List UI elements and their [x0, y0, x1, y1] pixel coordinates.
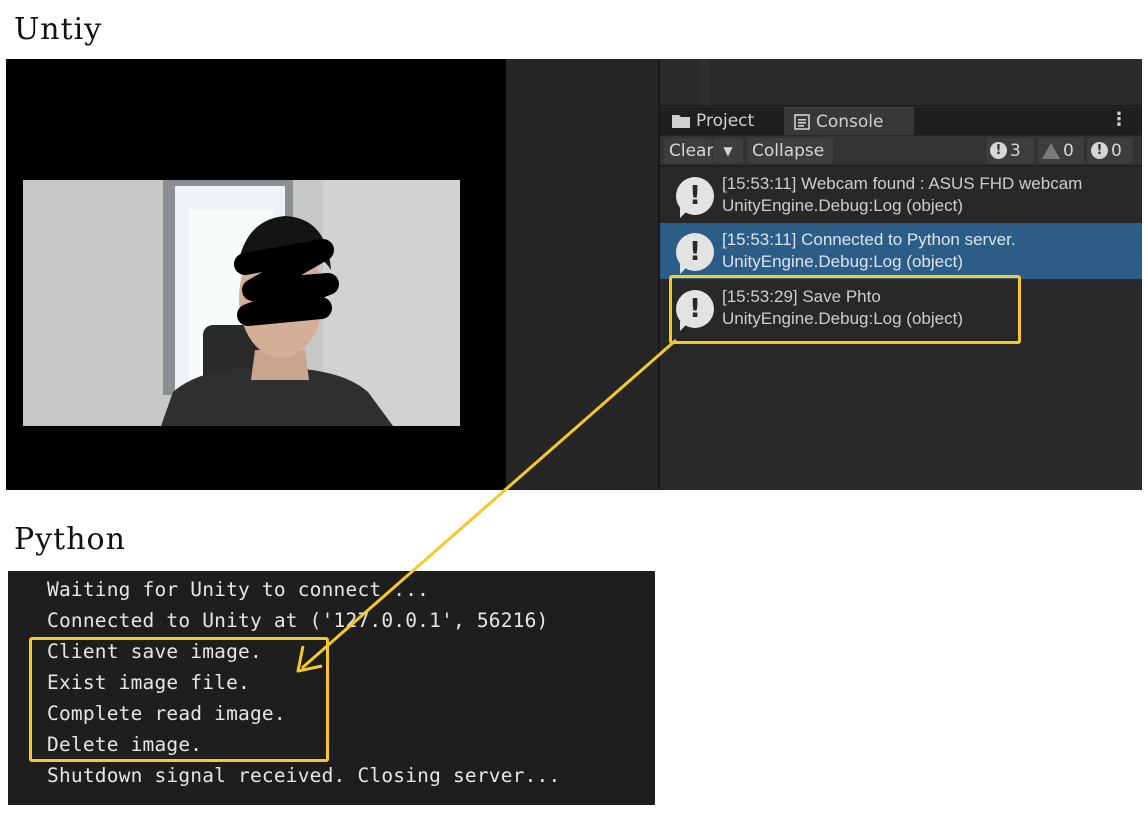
- log-entry-text: [15:53:11] Connected to Python server. U…: [722, 229, 1016, 273]
- python-highlight-box: [29, 637, 329, 762]
- collapse-button[interactable]: Collapse: [747, 138, 833, 163]
- console-icon: [794, 114, 810, 130]
- terminal-line: Connected to Unity at ('127.0.0.1', 5621…: [47, 609, 549, 632]
- terminal-line: Waiting for Unity to connect ...: [47, 578, 430, 601]
- scene-panel: [506, 59, 658, 490]
- terminal-line: Shutdown signal received. Closing server…: [47, 764, 561, 787]
- upper-panel: [660, 59, 1142, 106]
- more-options-icon[interactable]: ⋮: [1110, 109, 1128, 130]
- log-message: [15:53:11] Connected to Python server.: [722, 230, 1016, 249]
- tab-console[interactable]: Console: [784, 107, 914, 135]
- clear-button[interactable]: Clear: [664, 138, 713, 163]
- warning-icon: [1042, 142, 1060, 159]
- log-source: UnityEngine.Debug:Log (object): [722, 196, 963, 215]
- unity-section-label: Untiy: [14, 12, 103, 47]
- log-message: [15:53:11] Webcam found : ASUS FHD webca…: [722, 174, 1083, 193]
- webcam-image: [23, 180, 460, 426]
- unity-highlight-box: [669, 275, 1021, 344]
- log-count: 3: [1010, 140, 1021, 161]
- folder-icon: [672, 115, 690, 128]
- tab-console-label: Console: [816, 112, 884, 132]
- log-message-icon: !: [676, 233, 714, 274]
- python-section-label: Python: [14, 522, 126, 557]
- error-icon: !: [1091, 142, 1108, 159]
- log-entry-selected[interactable]: ! [15:53:11] Connected to Python server.…: [660, 223, 1142, 279]
- console-toolbar: Clear ▼ Collapse ! 3 0 ! 0: [660, 136, 1142, 166]
- chevron-down-icon: ▼: [723, 143, 733, 158]
- log-source: UnityEngine.Debug:Log (object): [722, 252, 963, 271]
- clear-options-dropdown[interactable]: ▼: [713, 138, 743, 163]
- log-count-toggle[interactable]: ! 3: [986, 138, 1034, 163]
- tab-bar: Project Console ⋮: [660, 107, 1142, 135]
- tab-project-label: Project: [696, 111, 755, 131]
- webcam-feed: [23, 180, 460, 426]
- log-entry-text: [15:53:11] Webcam found : ASUS FHD webca…: [722, 173, 1082, 217]
- info-icon: !: [990, 142, 1007, 159]
- game-view: [6, 59, 506, 490]
- log-message-icon: !: [676, 177, 714, 218]
- tab-project[interactable]: Project: [662, 107, 782, 135]
- warning-count-toggle[interactable]: 0: [1038, 138, 1084, 163]
- warning-count: 0: [1063, 140, 1074, 161]
- error-count-toggle[interactable]: ! 0: [1087, 138, 1133, 163]
- log-entry[interactable]: ! [15:53:11] Webcam found : ASUS FHD web…: [660, 167, 1142, 223]
- error-count: 0: [1111, 140, 1122, 161]
